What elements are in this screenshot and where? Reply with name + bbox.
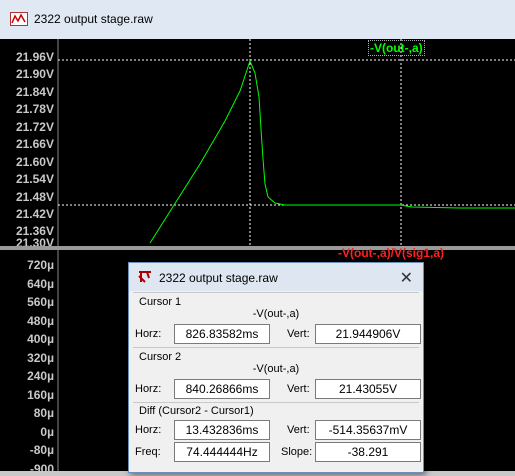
y-tick: 21.90V <box>15 67 54 81</box>
y-tick: 80µ <box>33 406 54 420</box>
trace-label-ratio[interactable]: -V(out-,a)/V(sig1,a) <box>338 246 444 260</box>
cursor1-horz-label: Horz: <box>135 328 162 340</box>
y-tick: 640µ <box>27 277 54 291</box>
y-tick: 400µ <box>27 332 54 346</box>
y-tick: 320µ <box>27 351 54 365</box>
waveform-pane-voltage[interactable]: 21.96V 21.90V 21.84V 21.78V 21.72V 21.66… <box>0 39 515 249</box>
cursor2-vert-label: Vert: <box>287 383 310 395</box>
cursor2-vert-field[interactable]: 21.43055V <box>315 379 421 399</box>
cursor2-section: Cursor 2 -V(out-,a) Horz: 840.26866ms Ve… <box>133 347 421 403</box>
y-tick: 21.42V <box>15 207 54 221</box>
cursor1-vert-label: Vert: <box>287 328 310 340</box>
dialog-title: 2322 output stage.raw <box>159 271 278 285</box>
cursor1-vert-field[interactable]: 21.944906V <box>315 324 421 344</box>
cursor1-section: Cursor 1 -V(out-,a) Horz: 826.83582ms Ve… <box>133 292 421 348</box>
y-tick: 480µ <box>27 314 54 328</box>
cursor1-trace: -V(out-,a) <box>252 308 300 320</box>
window-titlebar: 2322 output stage.raw <box>0 0 515 40</box>
close-icon[interactable]: ✕ <box>400 268 413 288</box>
y-tick: 21.66V <box>15 137 54 151</box>
diff-horz-field[interactable]: 13.432836ms <box>174 420 270 440</box>
waveform-app-icon <box>10 12 28 26</box>
y-tick: -900 <box>29 462 54 476</box>
y-tick: 21.48V <box>15 190 54 204</box>
y-tick: 21.60V <box>15 155 54 169</box>
diff-title: Diff (Cursor2 - Cursor1) <box>139 405 254 417</box>
diff-section: Diff (Cursor2 - Cursor1) Horz: 13.432836… <box>133 402 421 469</box>
trace-label-voltage[interactable]: -V(out-,a) <box>368 40 425 56</box>
cursor-readout-dialog: 2322 output stage.raw ✕ Cursor 1 -V(out-… <box>128 262 424 473</box>
y-tick: 21.84V <box>15 85 54 99</box>
cursor1-title: Cursor 1 <box>139 296 182 308</box>
y-tick: 21.72V <box>15 120 54 134</box>
diff-slope-field[interactable]: -38.291 <box>315 442 421 462</box>
diff-vert-label: Vert: <box>287 424 310 436</box>
dialog-titlebar[interactable]: 2322 output stage.raw ✕ <box>129 263 423 291</box>
y-tick: 160µ <box>27 388 54 402</box>
y-tick: 240µ <box>27 369 54 383</box>
diff-vert-field[interactable]: -514.35637mV <box>315 420 421 440</box>
y-tick: 720µ <box>27 258 54 272</box>
cursor2-trace: -V(out-,a) <box>252 363 300 375</box>
cursor1-horz-field[interactable]: 826.83582ms <box>174 324 270 344</box>
diff-horz-label: Horz: <box>135 424 162 436</box>
y-tick: 0µ <box>40 425 54 439</box>
waveform-plot-voltage[interactable] <box>0 39 515 246</box>
y-tick: 21.54V <box>15 172 54 186</box>
cursor2-horz-label: Horz: <box>135 383 162 395</box>
cursor-icon <box>138 271 151 283</box>
diff-slope-label: Slope: <box>281 446 313 458</box>
window-title: 2322 output stage.raw <box>34 12 153 26</box>
trace-voltage <box>149 59 515 244</box>
cursor2-horz-field[interactable]: 840.26866ms <box>174 379 270 399</box>
y-tick: 560µ <box>27 295 54 309</box>
y-tick: 21.96V <box>15 50 54 64</box>
diff-freq-field[interactable]: 74.444444Hz <box>174 442 270 462</box>
diff-freq-label: Freq: <box>135 446 161 458</box>
y-tick: -80µ <box>29 443 54 457</box>
y-tick: 21.78V <box>15 102 54 116</box>
cursor2-title: Cursor 2 <box>139 351 182 363</box>
